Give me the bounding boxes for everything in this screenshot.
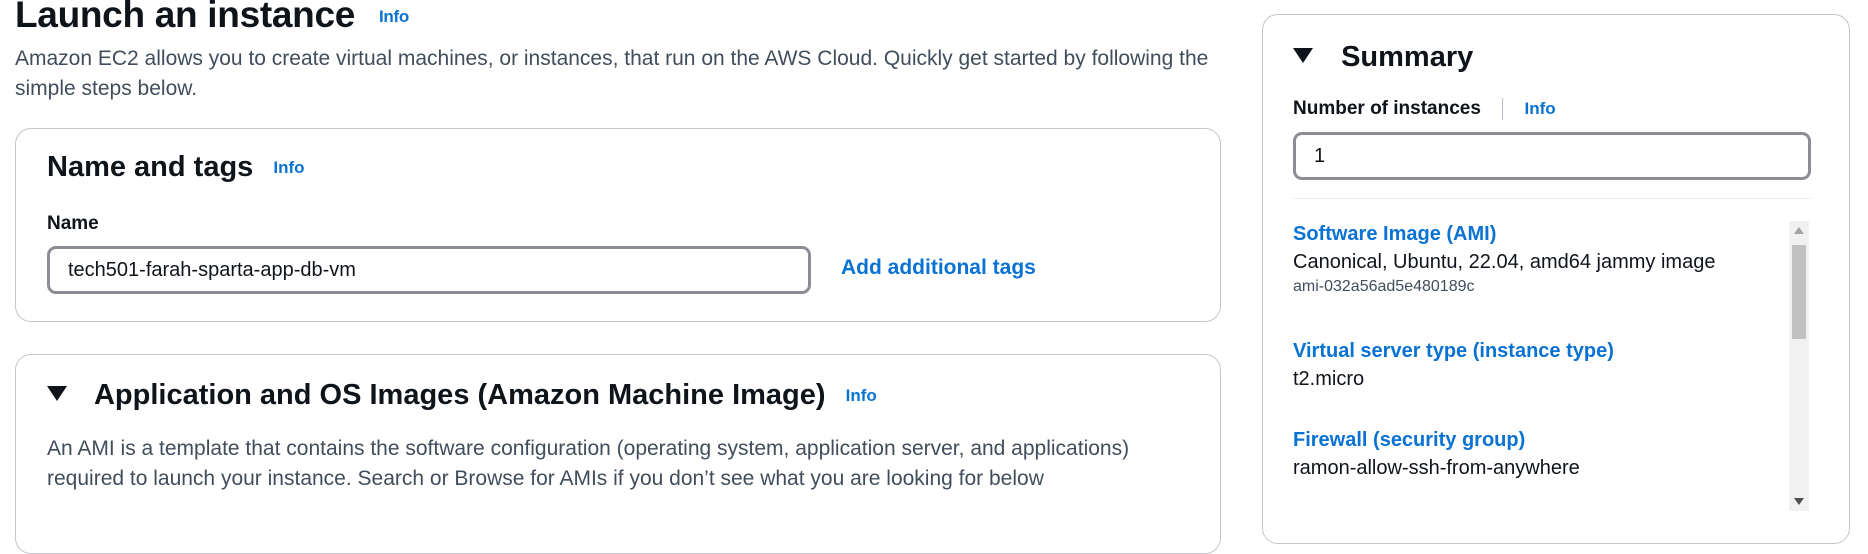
num-instances-label: Number of instances xyxy=(1293,98,1481,120)
summary-item-ami: Software Image (AMI) Canonical, Ubuntu, … xyxy=(1293,223,1715,296)
summary-item-firewall: Firewall (security group) ramon-allow-ss… xyxy=(1293,429,1580,480)
summary-divider xyxy=(1293,198,1811,199)
summary-header[interactable]: Summary xyxy=(1293,41,1473,74)
summary-scrollbar[interactable] xyxy=(1789,221,1809,511)
summary-item-value: t2.micro xyxy=(1293,368,1365,390)
name-field-label: Name xyxy=(47,213,99,234)
ami-description: An AMI is a template that contains the s… xyxy=(47,437,1130,490)
summary-item-instance-type: Virtual server type (instance type) t2.m… xyxy=(1293,340,1614,391)
scroll-thumb[interactable] xyxy=(1792,245,1806,339)
summary-item-key[interactable]: Firewall (security group) xyxy=(1293,429,1580,452)
caret-down-icon[interactable] xyxy=(47,385,67,401)
name-input[interactable]: tech501-farah-sparta-app-db-vm xyxy=(47,246,811,294)
num-instances-label-row: Number of instances Info xyxy=(1293,98,1556,120)
name-and-tags-title: Name and tags Info xyxy=(47,151,305,184)
summary-item-value: ramon-allow-ssh-from-anywhere xyxy=(1293,457,1580,479)
name-and-tags-card: Name and tags Info Name tech501-farah-sp… xyxy=(15,128,1221,322)
page-title: Launch an instance Info xyxy=(15,0,409,36)
caret-down-icon[interactable] xyxy=(1293,47,1313,63)
add-additional-tags-link[interactable]: Add additional tags xyxy=(841,256,1036,280)
page-description: Amazon EC2 allows you to create virtual … xyxy=(15,47,1209,100)
page-info-link[interactable]: Info xyxy=(379,7,409,26)
ami-card: Application and OS Images (Amazon Machin… xyxy=(15,354,1221,554)
name-and-tags-info-link[interactable]: Info xyxy=(273,158,304,177)
page-title-text: Launch an instance xyxy=(15,0,356,35)
scroll-up-arrow-icon[interactable] xyxy=(1794,227,1804,234)
ami-info-link[interactable]: Info xyxy=(846,386,877,405)
ami-section-heading: Application and OS Images (Amazon Machin… xyxy=(93,379,826,411)
summary-heading: Summary xyxy=(1341,41,1474,73)
num-instances-info-link[interactable]: Info xyxy=(1525,99,1556,118)
summary-item-sub: ami-032a56ad5e480189c xyxy=(1293,278,1475,295)
label-divider xyxy=(1502,98,1504,120)
summary-item-value: Canonical, Ubuntu, 22.04, amd64 jammy im… xyxy=(1293,251,1716,273)
summary-panel: Summary Number of instances Info 1 Softw… xyxy=(1262,14,1850,544)
name-and-tags-heading: Name and tags xyxy=(47,151,254,183)
scroll-down-arrow-icon[interactable] xyxy=(1794,498,1804,505)
ami-section-header[interactable]: Application and OS Images (Amazon Machin… xyxy=(47,379,877,412)
num-instances-input[interactable]: 1 xyxy=(1293,132,1811,180)
summary-item-key[interactable]: Software Image (AMI) xyxy=(1293,223,1715,246)
summary-item-key[interactable]: Virtual server type (instance type) xyxy=(1293,340,1614,363)
